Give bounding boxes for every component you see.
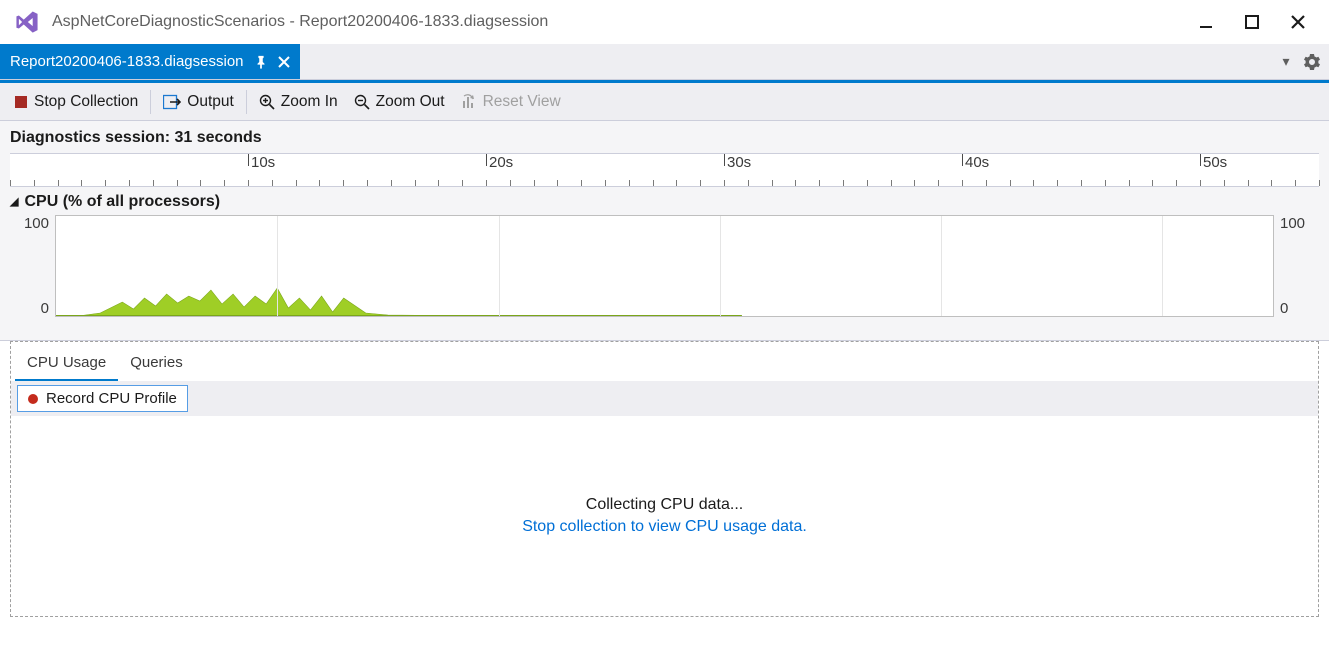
minimize-button[interactable] bbox=[1183, 6, 1229, 38]
zoom-in-button[interactable]: Zoom In bbox=[251, 89, 346, 115]
message-area: Collecting CPU data... Stop collection t… bbox=[11, 416, 1318, 616]
session-duration-label: Diagnostics session: 31 seconds bbox=[0, 121, 1329, 153]
maximize-button[interactable] bbox=[1229, 6, 1275, 38]
y-axis-left: 100 0 bbox=[10, 215, 55, 317]
zoom-out-button[interactable]: Zoom Out bbox=[346, 89, 453, 115]
window-title: AspNetCoreDiagnosticScenarios - Report20… bbox=[52, 13, 548, 31]
timeline-ruler-container: 10s20s30s40s50s bbox=[0, 153, 1329, 187]
close-tab-icon[interactable] bbox=[278, 56, 290, 68]
cpu-panel-title: CPU (% of all processors) bbox=[24, 193, 220, 211]
record-toolbar: Record CPU Profile bbox=[11, 381, 1318, 416]
close-button[interactable] bbox=[1275, 6, 1321, 38]
collapse-triangle-icon: ◢ bbox=[10, 195, 18, 208]
document-tab-label: Report20200406-1833.diagsession bbox=[10, 53, 244, 70]
detail-tabs: CPU Usage Queries bbox=[11, 342, 1318, 381]
cpu-chart[interactable] bbox=[55, 215, 1274, 317]
collecting-message: Collecting CPU data... bbox=[586, 496, 743, 514]
title-bar: AspNetCoreDiagnosticScenarios - Report20… bbox=[0, 0, 1329, 44]
y-axis-right: 100 0 bbox=[1274, 215, 1319, 317]
cpu-chart-row: 100 0 100 0 bbox=[0, 215, 1329, 323]
tab-queries[interactable]: Queries bbox=[118, 348, 195, 381]
window-buttons bbox=[1183, 6, 1321, 38]
tab-overflow-chevron-icon[interactable]: ▾ bbox=[1277, 53, 1295, 71]
gear-icon[interactable] bbox=[1303, 53, 1321, 71]
stop-collection-hint-link[interactable]: Stop collection to view CPU usage data. bbox=[522, 518, 807, 536]
detail-pane: CPU Usage Queries Record CPU Profile Col… bbox=[10, 341, 1319, 617]
visual-studio-logo-icon bbox=[14, 9, 40, 35]
record-cpu-profile-button[interactable]: Record CPU Profile bbox=[17, 385, 188, 412]
cpu-panel-header[interactable]: ◢ CPU (% of all processors) bbox=[0, 187, 1329, 215]
document-tab-strip: Report20200406-1833.diagsession ▾ bbox=[0, 44, 1329, 80]
profiler-toolbar: Stop Collection Output Zoom In Zoom Out … bbox=[0, 83, 1329, 121]
tab-cpu-usage[interactable]: CPU Usage bbox=[15, 348, 118, 381]
pin-icon[interactable] bbox=[254, 55, 268, 69]
output-button[interactable]: Output bbox=[155, 89, 242, 115]
timeline-ruler[interactable]: 10s20s30s40s50s bbox=[10, 153, 1319, 187]
reset-view-button[interactable]: Reset View bbox=[453, 89, 569, 115]
stop-collection-button[interactable]: Stop Collection bbox=[6, 89, 146, 115]
document-tab-active[interactable]: Report20200406-1833.diagsession bbox=[0, 44, 300, 79]
record-dot-icon bbox=[28, 394, 38, 404]
